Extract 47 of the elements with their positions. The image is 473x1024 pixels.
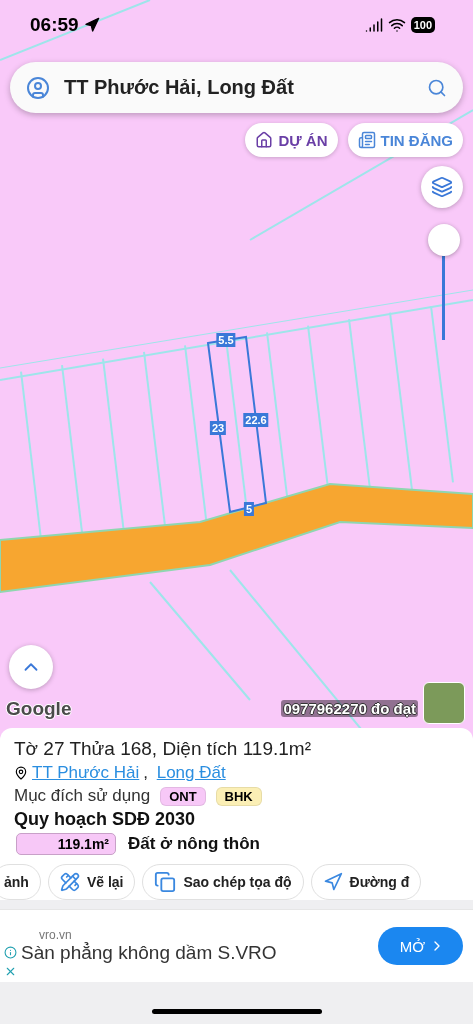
action-chip[interactable]: ảnh <box>0 864 41 900</box>
search-icon <box>427 77 447 98</box>
house-icon <box>255 131 274 149</box>
account-icon <box>26 75 50 100</box>
listing-icon <box>357 131 376 149</box>
dimension-label: 5.5 <box>216 333 236 347</box>
address-link[interactable]: TT Phước Hải <box>32 763 140 783</box>
map-attribution: Google <box>6 698 72 720</box>
close-icon[interactable] <box>4 965 17 978</box>
address-link[interactable]: Long Đất <box>156 763 226 783</box>
directions-icon <box>322 872 343 892</box>
map-filter-button[interactable]: DỰ ÁN <box>245 123 338 157</box>
usage-tag: ONT <box>160 786 206 806</box>
ad-domain: vro.vn <box>39 928 73 942</box>
zoom-slider-thumb[interactable] <box>428 224 460 256</box>
parcel-title: Tờ 27 Thửa 168, Diện tích 119.1m² <box>14 738 312 760</box>
wifi-icon <box>387 16 406 34</box>
usage-tag: BHK <box>215 786 262 806</box>
dimension-label: 5 <box>243 502 255 516</box>
action-chip[interactable]: Sao chép tọa độ <box>142 864 304 900</box>
surveyor-label: 0977962270 đo đạt <box>281 700 418 717</box>
address-separator: , <box>143 763 149 783</box>
location-icon <box>83 17 100 33</box>
area-swatch: 119.1m² <box>16 833 116 855</box>
open-button[interactable]: MỞ <box>377 927 463 965</box>
search-field[interactable]: TT Phước Hải, Long Đất <box>10 62 463 113</box>
dimension-label: 23 <box>209 421 227 435</box>
info-icon[interactable] <box>4 946 17 959</box>
signal-icon <box>364 16 383 34</box>
copy-icon <box>154 871 177 893</box>
photo-placeholder[interactable] <box>423 682 465 724</box>
ad-banner[interactable]: vro.vn Sàn phẳng không dầm S.VRO MỞ <box>0 909 473 982</box>
battery-level: 100 <box>410 17 435 33</box>
planning-heading: Quy hoạch SDĐ 2030 <box>14 809 197 830</box>
pencil-ruler-icon <box>59 872 80 892</box>
status-time: 06:59 <box>30 14 79 36</box>
ad-headline: Sàn phẳng không dầm S.VRO <box>21 942 278 964</box>
planning-label: Đất ở nông thôn <box>128 834 260 854</box>
dimension-label: 22.6 <box>243 413 269 427</box>
location-pin-icon <box>14 766 28 780</box>
action-chip[interactable]: Đường đ <box>310 864 422 900</box>
layers-button[interactable] <box>421 166 463 208</box>
usage-label: Mục đích sử dụng <box>14 786 151 806</box>
map-filter-button[interactable]: TIN ĐĂNG <box>347 123 463 157</box>
action-chip[interactable]: Vẽ lại <box>47 864 136 900</box>
layers-icon <box>431 176 453 198</box>
expand-button[interactable] <box>9 645 53 689</box>
